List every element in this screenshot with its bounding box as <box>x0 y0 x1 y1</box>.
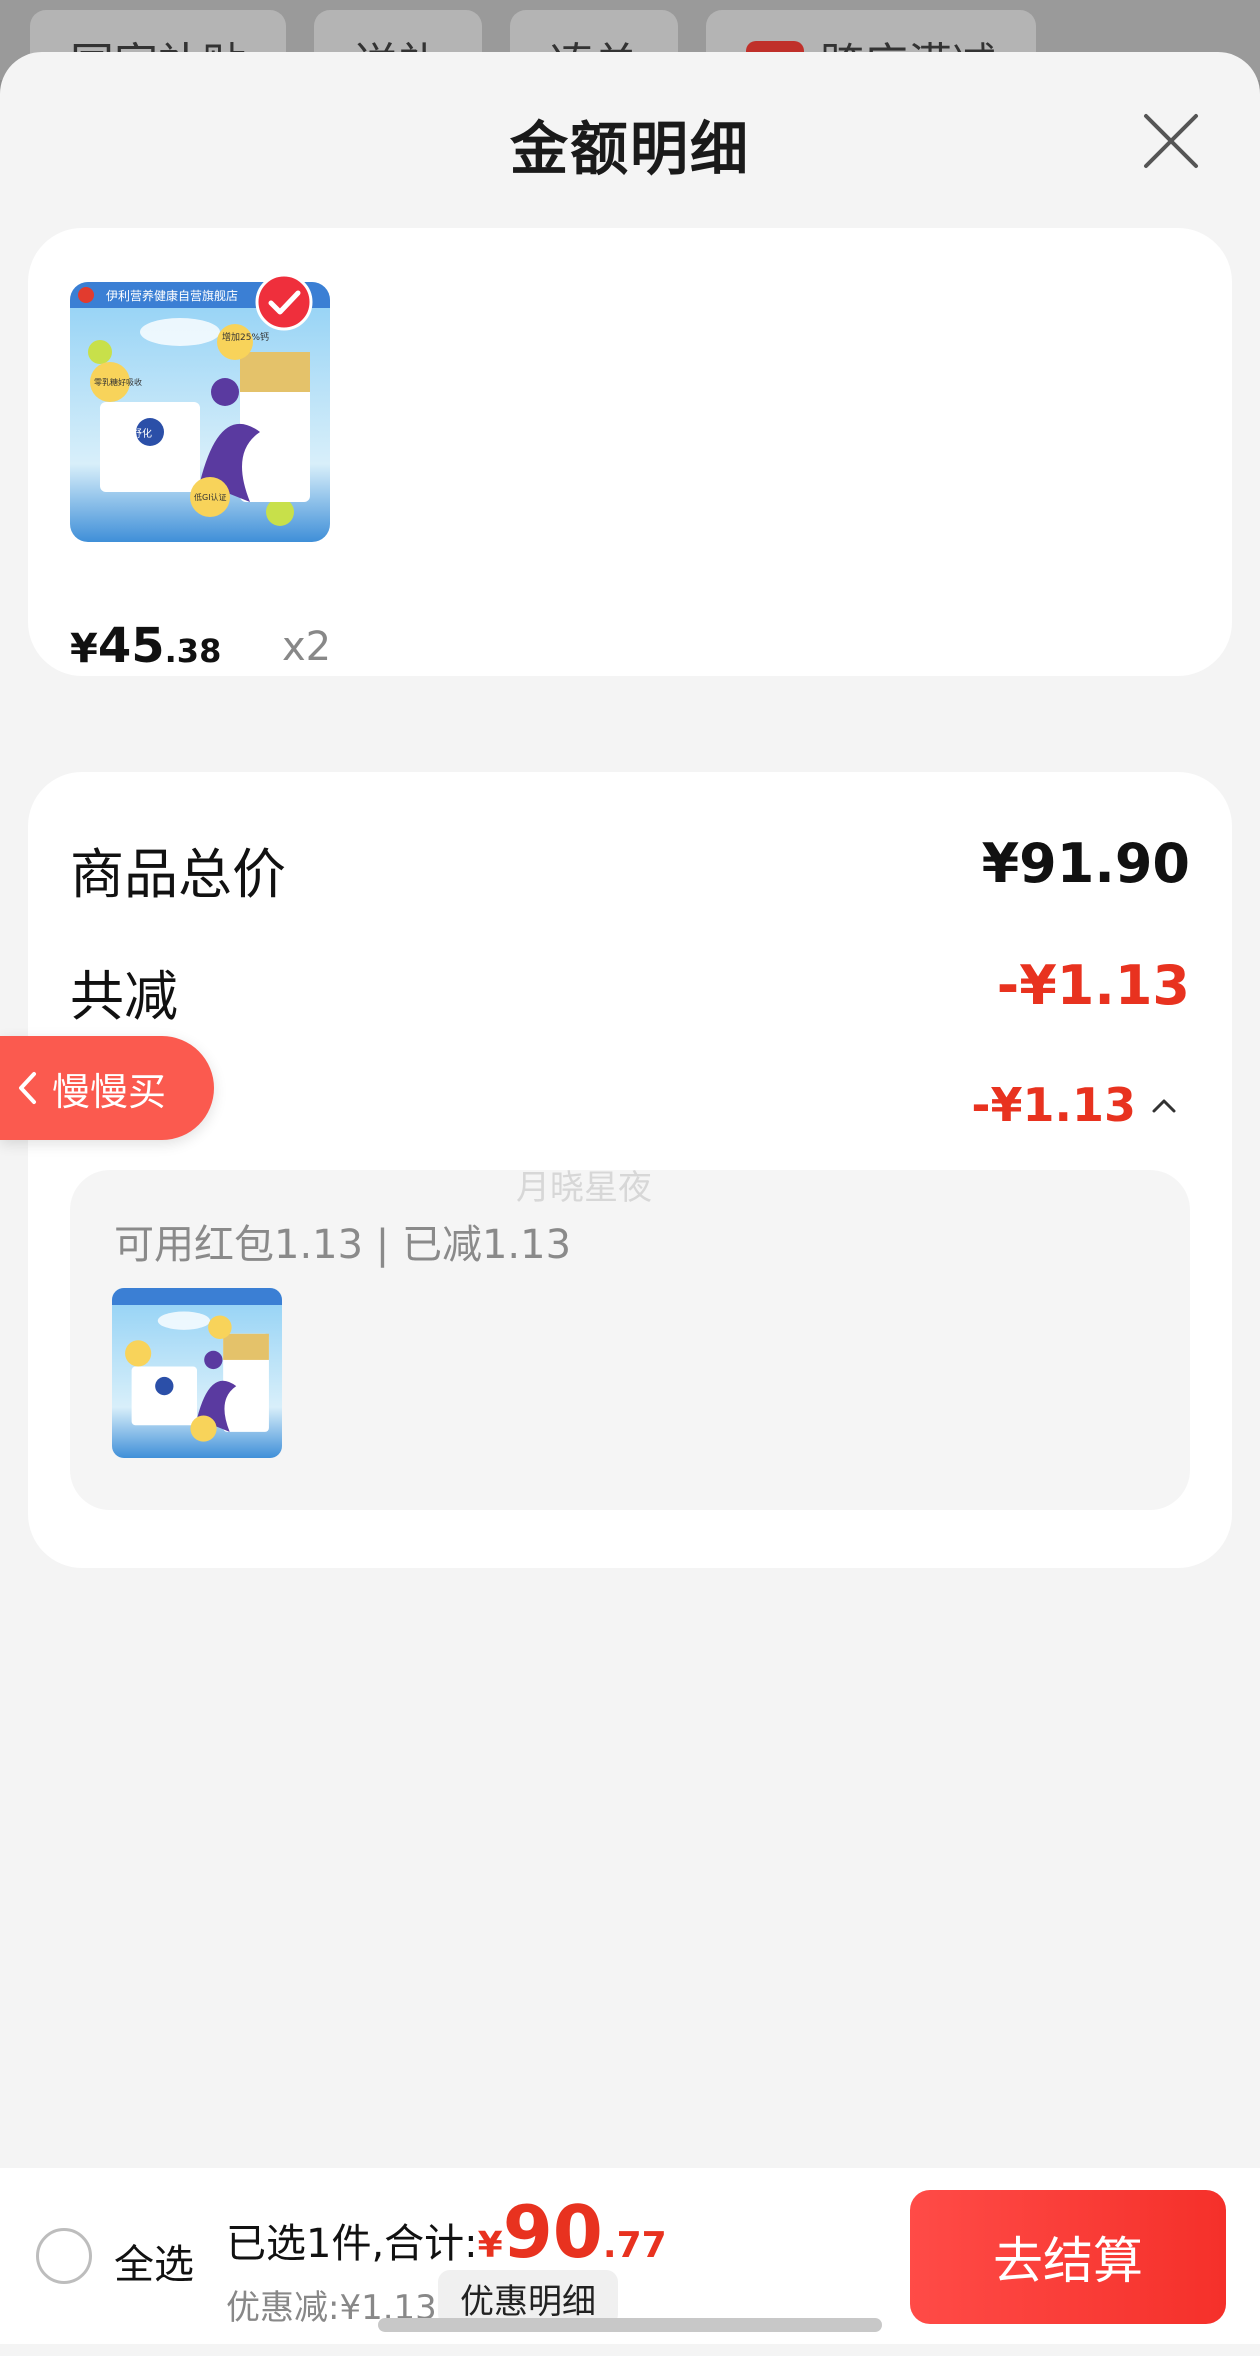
select-all-radio[interactable] <box>36 2228 92 2284</box>
product-quantity: x2 <box>282 624 332 670</box>
selected-check[interactable] <box>254 272 314 336</box>
watermark: 月晓星夜 <box>516 1168 652 1208</box>
close-icon <box>1144 114 1198 168</box>
chevron-up-icon <box>1152 1099 1176 1113</box>
amount-detail-sheet: 金额明细 伊利营养健康自营旗舰店 舒化 增加25%钙 零乳糖好吸收 低GI认证 … <box>0 52 1260 2356</box>
redpacket-value: -¥1.13 <box>971 1078 1136 1132</box>
product-card: 伊利营养健康自营旗舰店 舒化 增加25%钙 零乳糖好吸收 低GI认证 ¥45.3… <box>28 228 1232 676</box>
product-price: ¥45.38 <box>70 618 222 674</box>
chevron-left-icon <box>19 1072 36 1104</box>
home-indicator[interactable] <box>378 2318 882 2332</box>
product-illustration-small <box>112 1288 282 1458</box>
redpacket-product-image <box>112 1288 282 1458</box>
discount-value: -¥1.13 <box>996 954 1190 1017</box>
slow-buy-label: 慢慢买 <box>52 1069 167 1114</box>
thumb-badge-bottom: 低GI认证 <box>194 492 227 502</box>
total-price-value: ¥91.90 <box>981 832 1190 895</box>
checkout-button[interactable]: 去结算 <box>910 2190 1226 2324</box>
discount-label: 共减 <box>70 965 178 1028</box>
select-all-label[interactable]: 全选 <box>114 2232 194 2290</box>
thumb-badge-left: 零乳糖好吸收 <box>94 377 142 387</box>
check-circle-icon <box>255 273 313 331</box>
thumb-brand: 舒化 <box>132 427 152 440</box>
redpacket-description: 可用红包1.13 | 已减1.13 <box>114 1222 572 1268</box>
redpacket-toggle[interactable]: -¥1.13 <box>971 1078 1178 1132</box>
thumb-shop-name: 伊利营养健康自营旗舰店 <box>106 288 238 303</box>
redpacket-detail-box: 可用红包1.13 | 已减1.13 <box>70 1170 1190 1510</box>
close-button[interactable] <box>1140 110 1202 172</box>
slow-buy-float-button[interactable]: 慢慢买 <box>0 1036 214 1140</box>
sheet-title: 金额明细 <box>509 115 750 183</box>
total-price-label: 商品总价 <box>70 843 286 906</box>
selected-total: 已选1件,合计:¥90.77 <box>226 2190 667 2274</box>
